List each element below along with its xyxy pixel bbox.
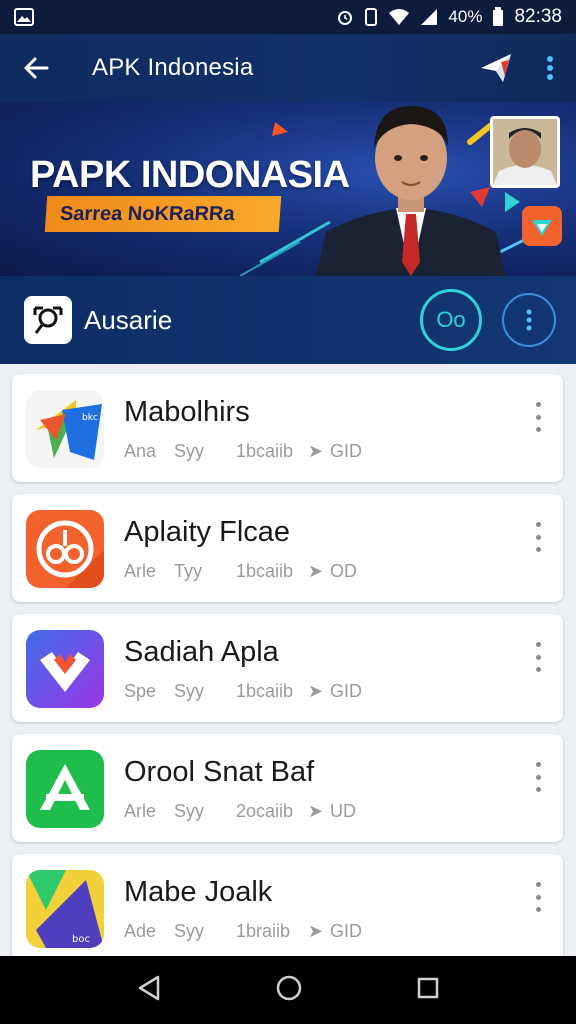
item-more-button[interactable] [529,882,547,912]
alarm-icon [336,8,354,26]
list-item[interactable]: Aplaity Flcae Arle Tyy 1bcaiib ➤ OD [12,494,563,602]
vibrate-icon [364,8,378,26]
nav-home-button[interactable] [275,974,303,1007]
section-action-button[interactable]: Oo [420,289,482,351]
item-more-button[interactable] [529,762,547,792]
app-bar: APK Indonesia [0,34,576,102]
more-vert-icon [547,56,553,80]
banner-tagline: Sarrea NoKRaRRa [44,196,282,232]
arrow-app-icon: bkc [26,390,104,468]
nav-home-icon [276,975,302,1000]
app-name: Mabe Joalk [124,876,273,908]
app-meta: Ade Syy 1braiib ➤ GID [124,921,363,941]
nav-back-icon [139,975,160,1000]
back-button[interactable] [0,34,72,102]
section-logo-icon [24,296,72,344]
svg-text:bkc: bkc [82,413,98,423]
item-more-button[interactable] [529,402,547,432]
more-vert-icon [526,309,532,331]
item-more-button[interactable] [529,522,547,552]
circle-app-icon [26,510,104,588]
app-name: Orool Snat Baf [124,756,315,788]
svg-text:boc: boc [72,934,90,945]
back-arrow-icon [24,57,49,79]
download-icon: ➤ [308,921,324,941]
more-menu-button[interactable] [524,34,576,102]
list-item[interactable]: Sadiah Apla Spe Syy 1bcaiib ➤ GID [12,614,563,722]
app-meta: Spe Syy 1bcaiib ➤ GID [124,681,363,701]
status-bar: 40% 82:38 [0,0,576,34]
app-name: Aplaity Flcae [124,516,291,548]
person-illustration [316,106,506,276]
battery-percent: 40% [448,7,483,26]
list-item[interactable]: bkc Mabolhirs Ana Syy 1bcaiib ➤ GID [12,374,563,482]
fold-app-icon: boc [26,870,104,948]
promo-banner[interactable]: PAPK INDONASIA Sarrea NoKRaRRa [0,102,576,276]
list-item[interactable]: Orool Snat Baf Arle Syy 2ocaiib ➤ UD [12,734,563,842]
a-app-icon [26,750,104,828]
app-meta: Ana Syy 1bcaiib ➤ GID [124,441,363,461]
app-name: Mabolhirs [124,396,250,428]
image-icon [14,8,34,26]
nav-recents-button[interactable] [416,976,440,1005]
app-name: Sadiah Apla [124,636,279,668]
list-item[interactable]: boc Mabe Joalk Ade Syy 1braiib ➤ GID [12,854,563,962]
signal-icon [420,8,438,26]
download-icon: ➤ [308,441,324,461]
section-header: Ausarie Oo [0,276,576,364]
system-nav-bar [0,956,576,1024]
clock: 82:38 [514,6,562,27]
banner-headline: PAPK INDONASIA [30,154,350,196]
section-action-label: Oo [436,307,466,332]
nav-back-button[interactable] [136,974,162,1007]
item-more-button[interactable] [529,642,547,672]
nav-recents-icon [417,977,438,998]
download-icon: ➤ [308,681,324,701]
wifi-icon [388,8,410,26]
battery-icon [492,7,504,27]
send-icon [481,54,511,82]
section-title: Ausarie [84,304,173,335]
check-app-icon [26,630,104,708]
download-icon: ➤ [308,801,324,821]
section-more-button[interactable] [502,293,556,347]
app-meta: Arle Syy 2ocaiib ➤ UD [124,801,356,821]
send-button[interactable] [468,34,524,102]
banner-thumbnail [490,116,560,188]
mini-app-icon [522,206,562,246]
download-icon: ➤ [308,561,324,581]
page-title: APK Indonesia [92,54,254,81]
app-meta: Arle Tyy 1bcaiib ➤ OD [124,561,357,581]
